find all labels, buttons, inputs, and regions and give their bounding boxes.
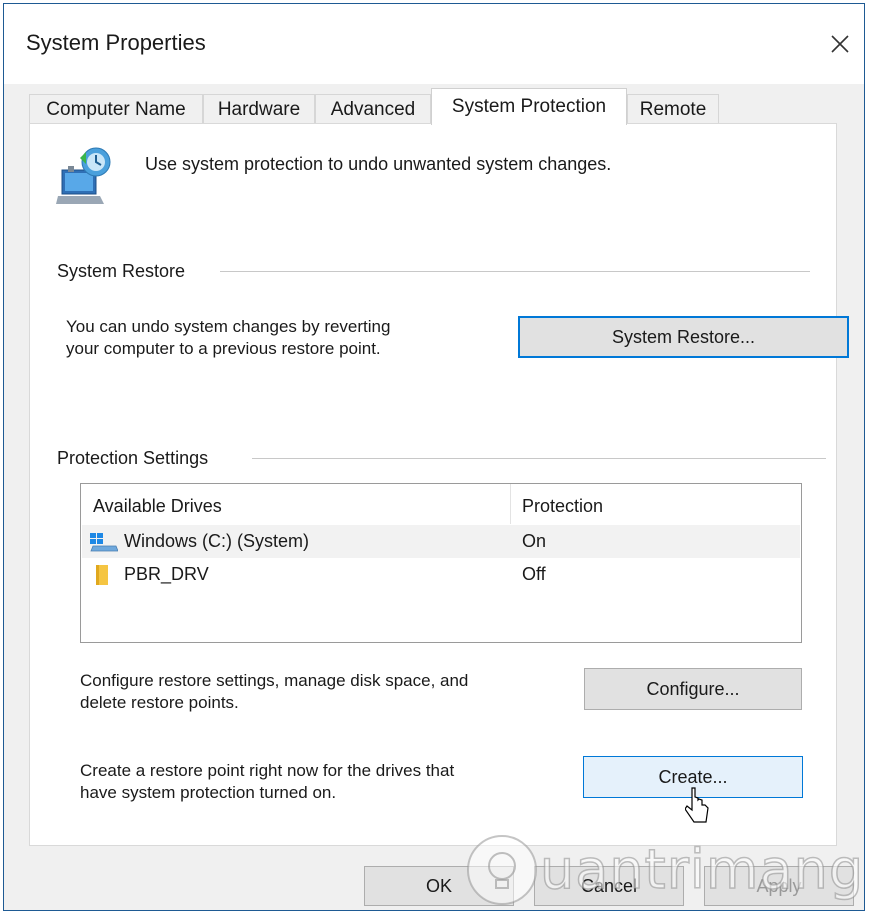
tab-hardware[interactable]: Hardware bbox=[203, 94, 315, 124]
configure-button[interactable]: Configure... bbox=[584, 668, 802, 710]
system-protection-panel: Use system protection to undo unwanted s… bbox=[29, 123, 849, 846]
drive-protection-status: On bbox=[522, 531, 547, 551]
drive-name: PBR_DRV bbox=[124, 564, 209, 584]
protection-settings-divider bbox=[252, 458, 826, 459]
intro-text: Use system protection to undo unwanted s… bbox=[145, 154, 612, 174]
cancel-button[interactable]: Cancel bbox=[534, 866, 684, 906]
window-title: System Properties bbox=[26, 30, 206, 55]
system-protection-icon bbox=[56, 147, 111, 204]
create-description: Create a restore point right now for the… bbox=[80, 761, 455, 802]
tab-system-protection[interactable]: System Protection bbox=[431, 88, 627, 125]
protection-settings-group-label: Protection Settings bbox=[57, 448, 213, 469]
mouse-pointer-icon bbox=[685, 787, 709, 823]
title-bar: System Properties bbox=[4, 4, 864, 84]
drive-row-pbr-drv[interactable]: PBR_DRV Off bbox=[82, 558, 800, 591]
drive-icon bbox=[96, 565, 108, 585]
ok-button[interactable]: OK bbox=[364, 866, 514, 906]
system-restore-group-label: System Restore bbox=[57, 261, 190, 282]
column-header-protection[interactable]: Protection bbox=[522, 496, 603, 517]
system-drive-icon bbox=[90, 533, 118, 552]
system-restore-divider bbox=[220, 271, 810, 272]
system-restore-description: You can undo system changes by reverting… bbox=[66, 317, 391, 358]
system-properties-window: System Properties Computer Name Hardware… bbox=[3, 3, 865, 911]
column-separator bbox=[510, 484, 511, 524]
column-header-available-drives[interactable]: Available Drives bbox=[93, 496, 222, 517]
drive-row-windows[interactable]: Windows (C:) (System) On bbox=[82, 525, 800, 558]
available-drives-list[interactable]: Available Drives Protection Windows (C:)… bbox=[80, 483, 802, 643]
configure-description: Configure restore settings, manage disk … bbox=[80, 671, 469, 712]
drive-name: Windows (C:) (System) bbox=[124, 531, 310, 551]
tab-advanced[interactable]: Advanced bbox=[315, 94, 431, 124]
apply-button[interactable]: Apply bbox=[704, 866, 854, 906]
system-restore-button[interactable]: System Restore... bbox=[518, 316, 849, 358]
tab-remote[interactable]: Remote bbox=[627, 94, 719, 124]
close-button[interactable] bbox=[820, 22, 860, 66]
close-icon bbox=[831, 35, 849, 53]
tab-computer-name[interactable]: Computer Name bbox=[29, 94, 203, 124]
drive-protection-status: Off bbox=[522, 564, 546, 584]
